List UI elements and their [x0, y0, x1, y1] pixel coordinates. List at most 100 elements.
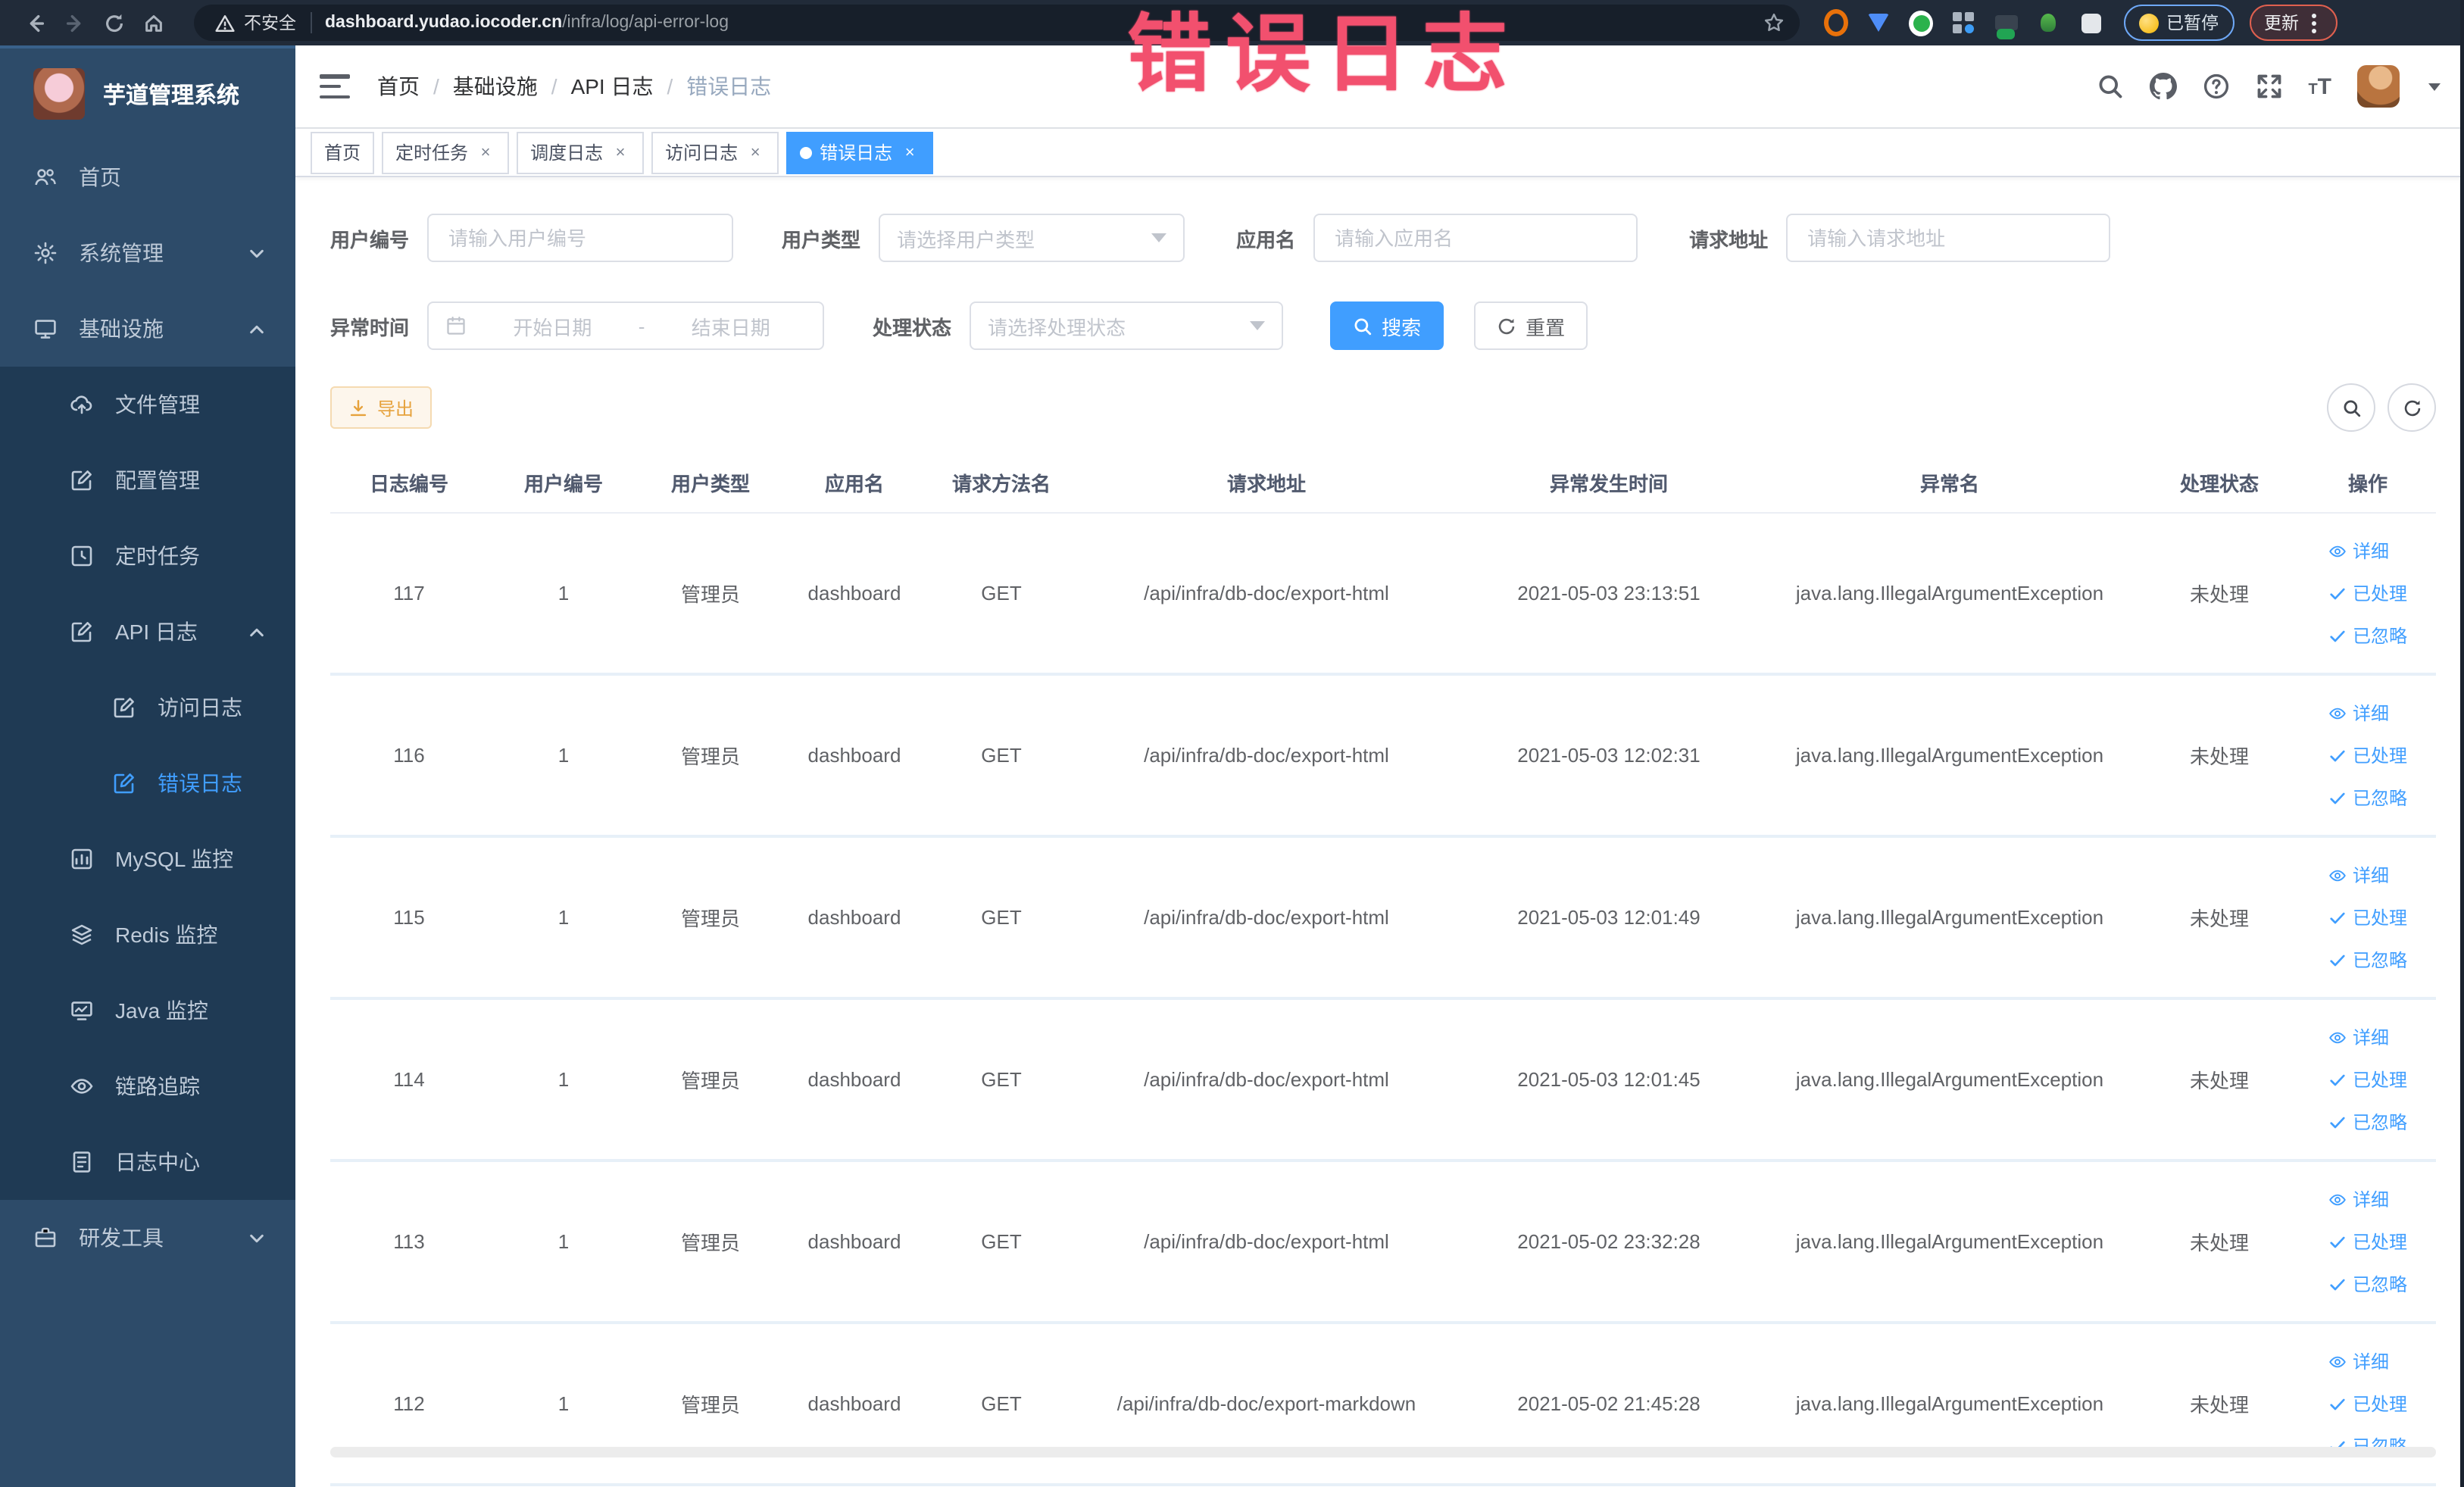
- github-icon[interactable]: [2149, 73, 2176, 100]
- request-url-field[interactable]: [1804, 225, 2093, 251]
- search-icon[interactable]: [2096, 73, 2123, 100]
- detail-link[interactable]: 详细: [2328, 700, 2389, 726]
- error-log-table: 日志编号 用户编号 用户类型 应用名 请求方法名 请求地址 异常发生时间 异常名…: [330, 451, 2436, 1486]
- help-icon[interactable]: [2202, 73, 2229, 100]
- tab-access-log[interactable]: 访问日志: [651, 131, 779, 173]
- tab-error-log[interactable]: 错误日志: [786, 131, 934, 173]
- sidebar-item-config-management[interactable]: 配置管理: [0, 442, 295, 518]
- sidebar-item-log-center[interactable]: 日志中心: [0, 1124, 295, 1200]
- sidebar-item-scheduled-tasks[interactable]: 定时任务: [0, 518, 295, 594]
- extension-icon-grid[interactable]: [1951, 11, 1975, 35]
- navbar: 首页 / 基础设施 / API 日志 / 错误日志 TT: [295, 45, 2464, 129]
- sidebar-item-system-management[interactable]: 系统管理: [0, 215, 295, 291]
- profile-paused-badge[interactable]: 已暂停: [2124, 5, 2234, 41]
- reset-button[interactable]: 重置: [1474, 301, 1588, 350]
- sidebar-item-dev-tools[interactable]: 研发工具: [0, 1200, 295, 1276]
- breadcrumb-api-log[interactable]: API 日志: [571, 71, 654, 102]
- font-size-icon[interactable]: TT: [2308, 73, 2331, 99]
- sidebar-submenu-infrastructure: 文件管理 配置管理 定时任务 API 日志 访问日志 错误日志 MySQL 监控…: [0, 367, 295, 1200]
- processed-link[interactable]: 已处理: [2328, 904, 2407, 930]
- sidebar-logo[interactable]: 芋道管理系统: [0, 48, 295, 139]
- sidebar-item-infrastructure[interactable]: 基础设施: [0, 291, 295, 367]
- sidebar-item-trace[interactable]: 链路追踪: [0, 1048, 295, 1124]
- col-user-id: 用户编号: [488, 451, 639, 514]
- avatar[interactable]: [2357, 65, 2400, 108]
- extension-icon-plant[interactable]: [2036, 11, 2060, 35]
- hamburger-icon[interactable]: [320, 74, 350, 98]
- ignored-link[interactable]: 已忽略: [2328, 947, 2407, 973]
- breadcrumb-home[interactable]: 首页: [377, 71, 420, 102]
- eye-icon: [2328, 866, 2347, 884]
- detail-link[interactable]: 详细: [2328, 1348, 2389, 1374]
- browser-forward-button[interactable]: [55, 3, 94, 42]
- end-date-placeholder[interactable]: 结束日期: [655, 311, 806, 340]
- detail-link[interactable]: 详细: [2328, 1186, 2389, 1212]
- close-icon[interactable]: [476, 142, 495, 162]
- processed-link[interactable]: 已处理: [2328, 1229, 2407, 1254]
- address-bar[interactable]: 不安全 dashboard.yudao.iocoder.cn /infra/lo…: [194, 5, 1800, 41]
- browser-home-button[interactable]: [133, 3, 173, 42]
- toggle-search-button[interactable]: [2327, 383, 2375, 432]
- sidebar-item-redis-monitor[interactable]: Redis 监控: [0, 897, 295, 973]
- extension-icon-orange[interactable]: [1824, 9, 1848, 36]
- security-label[interactable]: 不安全: [244, 11, 296, 35]
- close-icon[interactable]: [611, 142, 630, 162]
- app-name-input[interactable]: [1313, 214, 1638, 262]
- tab-home[interactable]: 首页: [311, 131, 375, 173]
- breadcrumb-infrastructure[interactable]: 基础设施: [453, 71, 538, 102]
- sidebar-item-home[interactable]: 首页: [0, 139, 295, 215]
- processed-link[interactable]: 已处理: [2328, 580, 2407, 606]
- layers-icon: [70, 923, 94, 947]
- request-url-input[interactable]: [1786, 214, 2111, 262]
- sidebar-item-api-log[interactable]: API 日志: [0, 594, 295, 670]
- horizontal-scrollbar[interactable]: [330, 1447, 2436, 1457]
- exception-time-range-picker[interactable]: 开始日期 - 结束日期: [427, 301, 825, 350]
- export-button[interactable]: 导出: [330, 386, 433, 429]
- detail-link[interactable]: 详细: [2328, 1024, 2389, 1050]
- browser-back-button[interactable]: [15, 3, 55, 42]
- col-app-name: 应用名: [782, 451, 927, 514]
- close-icon[interactable]: [900, 142, 920, 162]
- ignored-link[interactable]: 已忽略: [2328, 623, 2407, 648]
- sidebar-item-java-monitor[interactable]: Java 监控: [0, 973, 295, 1048]
- bookmark-star-icon[interactable]: [1763, 12, 1785, 33]
- user-id-field[interactable]: [445, 225, 716, 251]
- processed-link[interactable]: 已处理: [2328, 1067, 2407, 1092]
- extension-icon-green-v[interactable]: [1909, 10, 1933, 36]
- browser-reload-button[interactable]: [94, 3, 133, 42]
- app-name-label: 应用名: [1236, 228, 1296, 251]
- extension-icon-shield[interactable]: [1866, 11, 1891, 35]
- sidebar-item-file-management[interactable]: 文件管理: [0, 367, 295, 442]
- detail-link[interactable]: 详细: [2328, 862, 2389, 888]
- processed-link[interactable]: 已处理: [2328, 1391, 2407, 1417]
- sidebar-item-error-log[interactable]: 错误日志: [0, 745, 295, 821]
- browser-update-badge[interactable]: 更新: [2249, 5, 2337, 41]
- user-id-input[interactable]: [427, 214, 734, 262]
- status-badge: 未处理: [2139, 998, 2300, 1162]
- ignored-link[interactable]: 已忽略: [2328, 1109, 2407, 1135]
- refresh-table-button[interactable]: [2387, 383, 2436, 432]
- tab-scheduled-tasks[interactable]: 定时任务: [382, 131, 510, 173]
- app-name-field[interactable]: [1332, 225, 1620, 251]
- extension-icon-on-badge[interactable]: [1994, 11, 2018, 35]
- table-row: 114 1 管理员 dashboard GET /api/infra/db-do…: [330, 998, 2436, 1162]
- search-button[interactable]: 搜索: [1330, 301, 1444, 350]
- caret-down-icon[interactable]: [2428, 83, 2441, 90]
- close-icon[interactable]: [745, 142, 765, 162]
- col-log-id: 日志编号: [330, 451, 488, 514]
- tab-schedule-log[interactable]: 调度日志: [517, 131, 645, 173]
- ignored-link[interactable]: 已忽略: [2328, 785, 2407, 811]
- extension-icon-puzzle[interactable]: [2078, 11, 2103, 35]
- sidebar-item-access-log[interactable]: 访问日志: [0, 670, 295, 745]
- user-type-select[interactable]: 请选择用户类型: [879, 214, 1185, 262]
- processed-link[interactable]: 已处理: [2328, 742, 2407, 768]
- ignored-link[interactable]: 已忽略: [2328, 1271, 2407, 1297]
- sidebar-item-mysql-monitor[interactable]: MySQL 监控: [0, 821, 295, 897]
- fullscreen-icon[interactable]: [2255, 73, 2282, 100]
- breadcrumb-separator: /: [667, 74, 673, 98]
- start-date-placeholder[interactable]: 开始日期: [477, 311, 628, 340]
- detail-link[interactable]: 详细: [2328, 538, 2389, 564]
- process-status-select[interactable]: 请选择处理状态: [970, 301, 1284, 350]
- browser-menu-icon[interactable]: [2306, 13, 2322, 33]
- check-icon: [2328, 1113, 2347, 1131]
